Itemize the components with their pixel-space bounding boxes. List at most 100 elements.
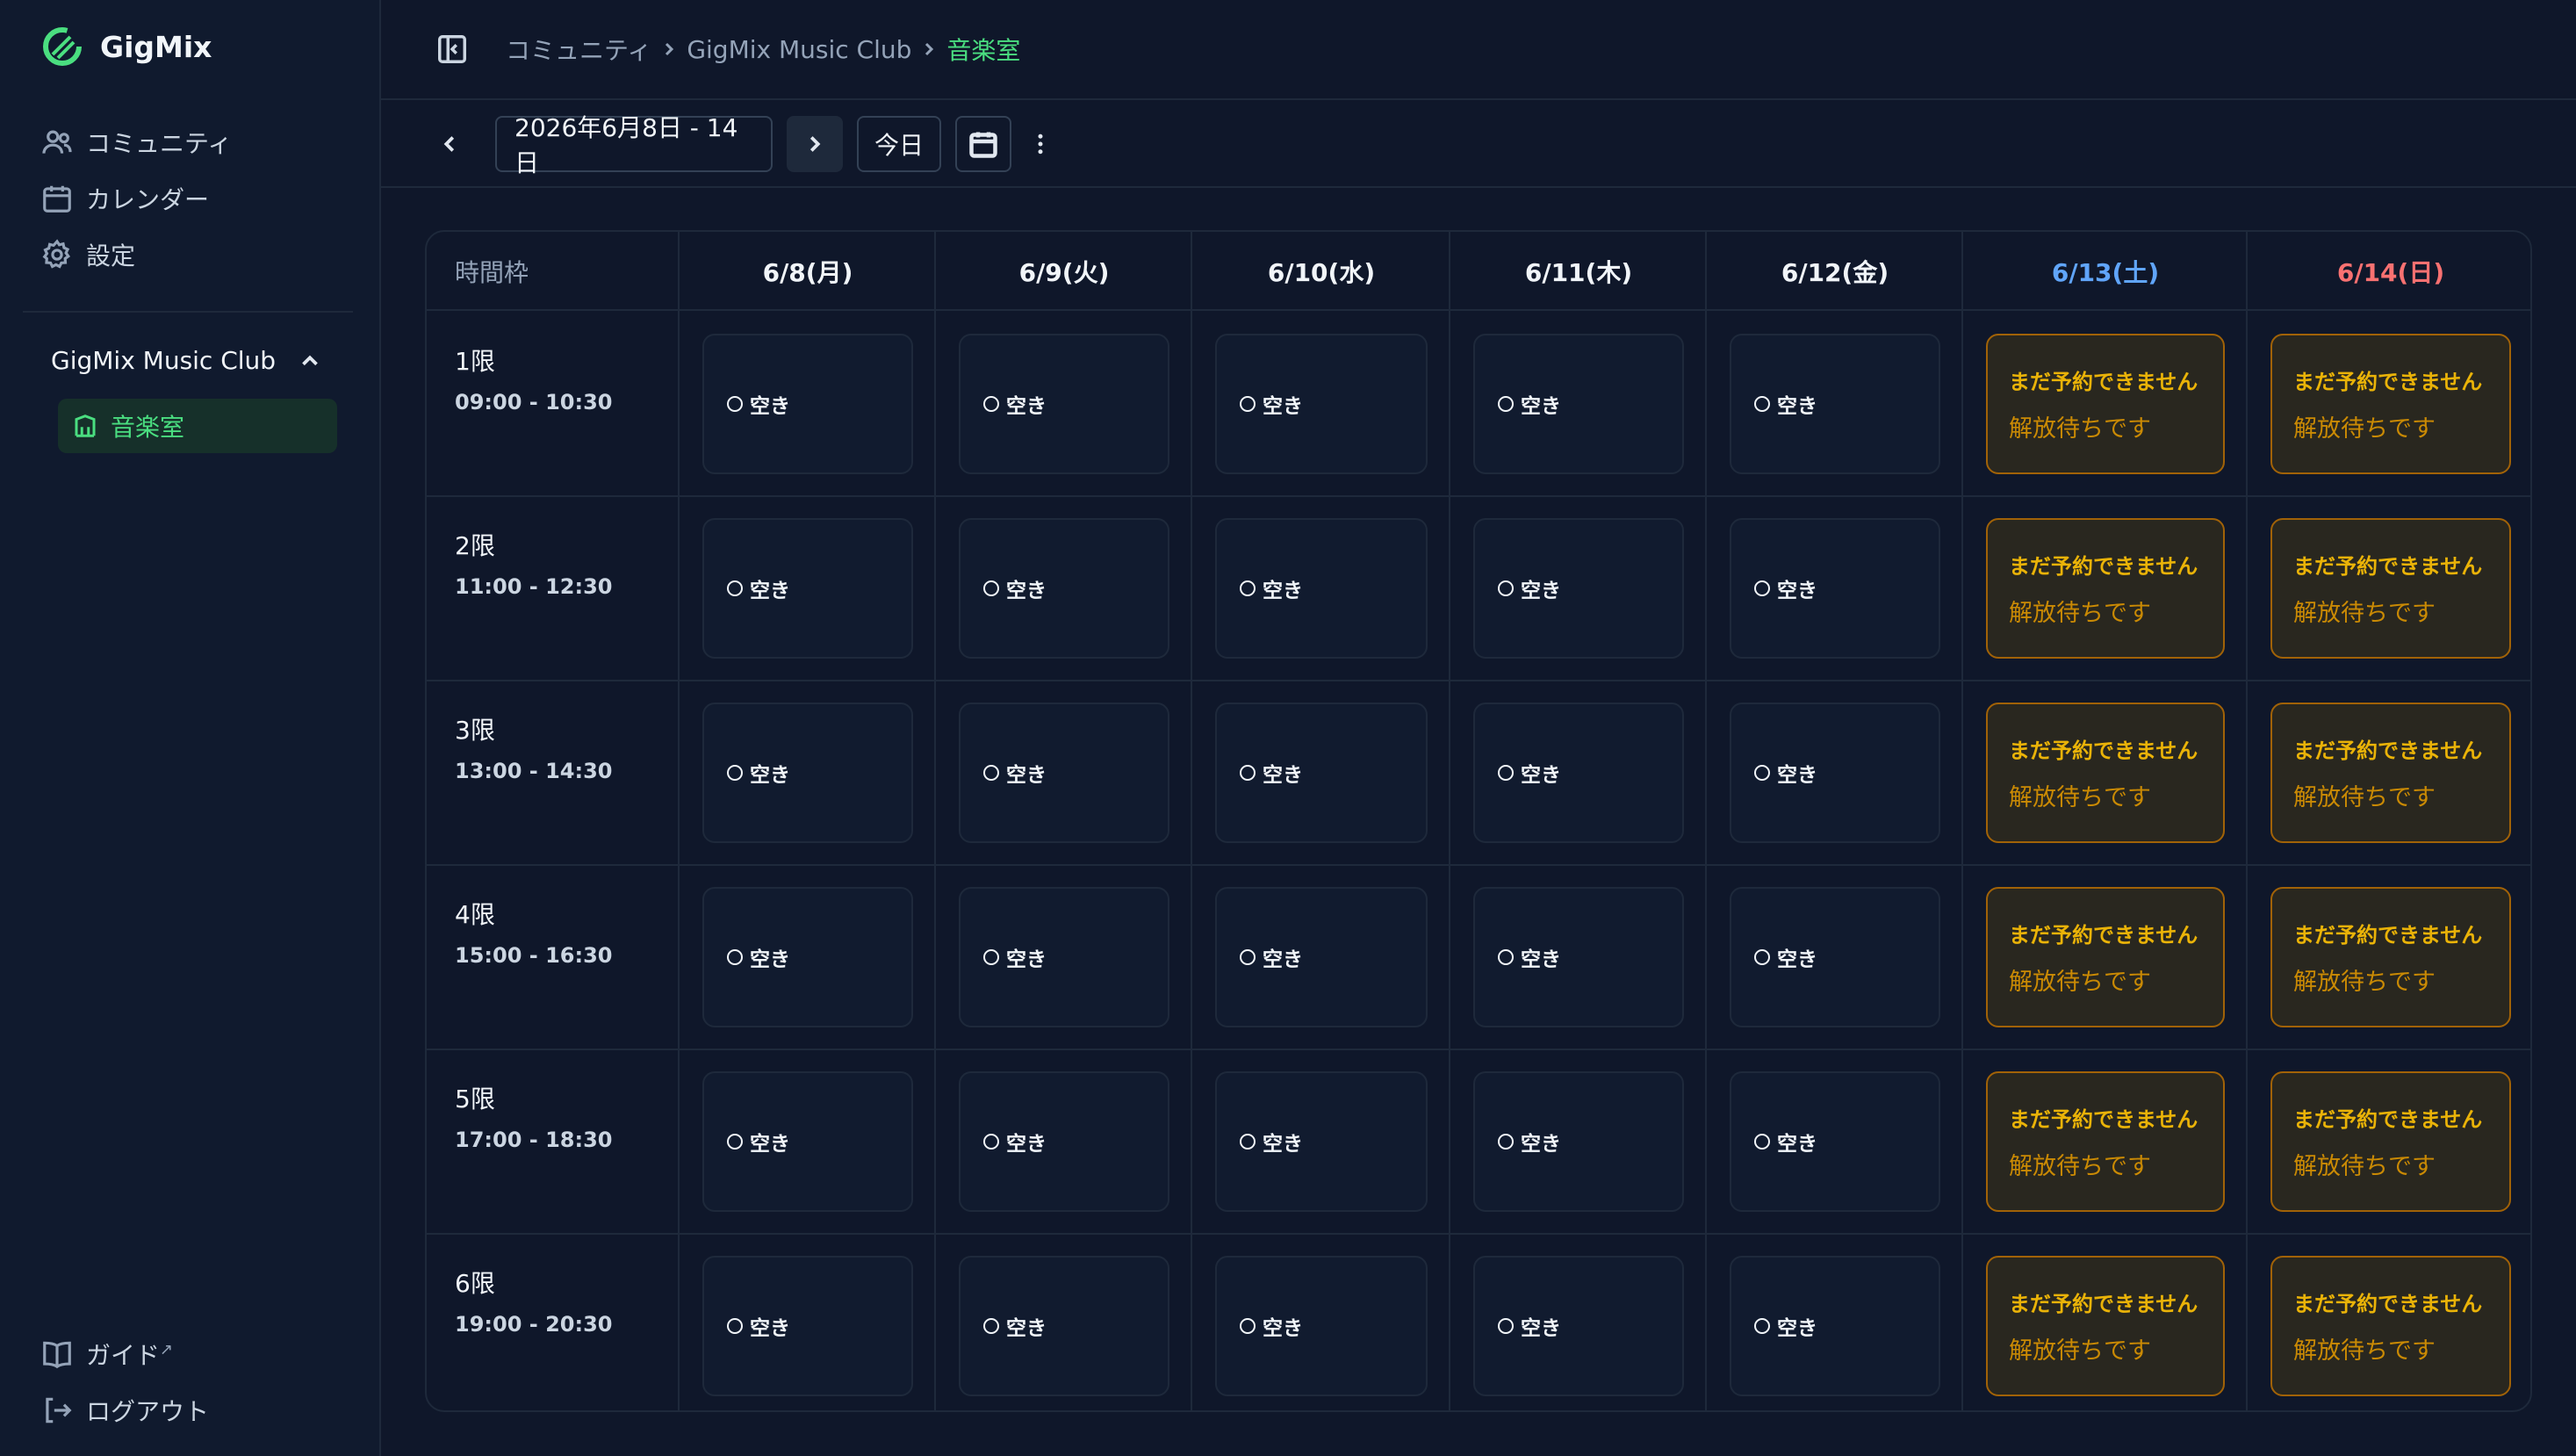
slot-available[interactable]: 空き — [702, 703, 913, 843]
slot-available[interactable]: 空き — [702, 887, 913, 1027]
sidebar-toggle-icon[interactable] — [435, 32, 469, 66]
slot-available[interactable]: 空き — [1215, 703, 1428, 843]
sidebar-divider — [23, 311, 353, 313]
period-name: 2限 — [455, 531, 495, 560]
slot-available[interactable]: 空き — [1730, 703, 1940, 843]
slot-available[interactable]: 空き — [1473, 1071, 1684, 1212]
slot-status: 空き — [1263, 1133, 1303, 1156]
breadcrumb-community[interactable]: コミュニティ — [506, 32, 651, 67]
slot-available[interactable]: 空き — [702, 1256, 913, 1396]
period-label: 3限 13:00 - 14:30 — [427, 680, 612, 783]
calendar-icon — [969, 132, 997, 158]
slot-available[interactable]: 空き — [1473, 887, 1684, 1027]
slot-status: 空き — [1777, 1133, 1817, 1156]
sidebar-item-label: 音楽室 — [111, 413, 185, 442]
slot-available[interactable]: 空き — [1473, 1256, 1684, 1396]
available-circle-icon — [983, 765, 999, 781]
available-circle-icon — [727, 580, 743, 596]
row-divider — [427, 1049, 2530, 1050]
slot-locked: まだ予約できません 解放待ちです — [2270, 703, 2511, 843]
locked-note: 解放待ちです — [2293, 1153, 2436, 1180]
slot-locked: まだ予約できません 解放待ちです — [2270, 887, 2511, 1027]
building-icon — [75, 414, 96, 437]
sidebar: GigMix コミュニティ カレンダー 設定 GigMix Music Club… — [0, 0, 381, 1456]
slot-available[interactable]: 空き — [1215, 1071, 1428, 1212]
available-circle-icon — [1240, 1134, 1256, 1150]
slot-status: 空き — [750, 580, 790, 602]
slot-available[interactable]: 空き — [702, 334, 913, 474]
chevron-left-icon — [443, 136, 455, 152]
slot-available[interactable]: 空き — [959, 887, 1169, 1027]
locked-note: 解放待ちです — [2009, 1153, 2151, 1180]
sidebar-item-guide[interactable]: ガイド↗ — [40, 1337, 173, 1372]
slot-status: 空き — [1263, 948, 1303, 971]
date-range-picker[interactable]: 2026年6月8日 - 14日 — [495, 113, 773, 177]
locked-note: 解放待ちです — [2009, 1337, 2151, 1365]
slot-available[interactable]: 空き — [1473, 518, 1684, 659]
column-header-day: 6/13(土) — [2051, 258, 2160, 287]
slot-available[interactable]: 空き — [1730, 1071, 1940, 1212]
slot-available[interactable]: 空き — [1215, 887, 1428, 1027]
breadcrumb-club[interactable]: GigMix Music Club — [687, 35, 911, 64]
available-circle-icon — [1754, 949, 1770, 965]
prev-week-button[interactable] — [430, 125, 469, 163]
slot-available[interactable]: 空き — [1215, 1256, 1428, 1396]
calendar-picker-button[interactable] — [955, 116, 1011, 172]
row-divider — [427, 1233, 2530, 1235]
today-button[interactable]: 今日 — [857, 116, 941, 172]
sidebar-item-community[interactable]: コミュニティ — [40, 125, 232, 160]
slot-available[interactable]: 空き — [702, 518, 913, 659]
locked-status: まだ予約できません — [2293, 1292, 2483, 1316]
slot-available[interactable]: 空き — [959, 1071, 1169, 1212]
period-name: 1限 — [455, 347, 495, 376]
slot-available[interactable]: 空き — [1215, 518, 1428, 659]
slot-available[interactable]: 空き — [1730, 518, 1940, 659]
slot-status: 空き — [1777, 580, 1817, 602]
slot-status: 空き — [1777, 1317, 1817, 1340]
period-time: 09:00 - 10:30 — [455, 390, 613, 414]
slot-status: 空き — [750, 1317, 790, 1340]
slot-status: 空き — [1263, 764, 1303, 787]
slot-available[interactable]: 空き — [1730, 1256, 1940, 1396]
club-group-toggle[interactable]: GigMix Music Club — [51, 346, 323, 375]
period-time: 15:00 - 16:30 — [455, 943, 613, 968]
available-circle-icon — [983, 1134, 999, 1150]
locked-note: 解放待ちです — [2009, 415, 2151, 443]
slot-available[interactable]: 空き — [1215, 334, 1428, 474]
slot-status: 空き — [1521, 395, 1561, 418]
available-circle-icon — [1754, 396, 1770, 412]
slot-available[interactable]: 空き — [1730, 887, 1940, 1027]
schedule-grid: 時間枠 6/8(月) 6/9(火) 6/10(水) 6/11(木) 6/12(金) 6/13… — [425, 230, 2532, 1412]
slot-available[interactable]: 空き — [1730, 334, 1940, 474]
slot-available[interactable]: 空き — [959, 334, 1169, 474]
sidebar-item-logout[interactable]: ログアウト — [40, 1393, 209, 1428]
slot-status: 空き — [1521, 1133, 1561, 1156]
slot-available[interactable]: 空き — [959, 703, 1169, 843]
slot-locked: まだ予約できません 解放待ちです — [1986, 334, 2225, 474]
more-options-button[interactable] — [1027, 125, 1054, 163]
period-name: 3限 — [455, 716, 495, 745]
slot-available[interactable]: 空き — [959, 1256, 1169, 1396]
slot-locked: まだ予約できません 解放待ちです — [1986, 1071, 2225, 1212]
slot-locked: まだ予約できません 解放待ちです — [2270, 1071, 2511, 1212]
slot-status: 空き — [750, 395, 790, 418]
sidebar-item-label: ガイド — [86, 1341, 161, 1370]
sidebar-item-music-room[interactable]: 音楽室 — [58, 399, 337, 453]
period-time: 13:00 - 14:30 — [455, 759, 613, 783]
slot-available[interactable]: 空き — [1473, 703, 1684, 843]
locked-note: 解放待ちです — [2009, 969, 2151, 996]
locked-note: 解放待ちです — [2293, 1337, 2436, 1365]
slot-available[interactable]: 空き — [959, 518, 1169, 659]
logout-icon — [46, 1397, 72, 1424]
available-circle-icon — [1240, 949, 1256, 965]
sidebar-item-settings[interactable]: 設定 — [40, 237, 135, 272]
period-time: 19:00 - 20:30 — [455, 1312, 613, 1337]
slot-status: 空き — [1521, 1317, 1561, 1340]
slot-available[interactable]: 空き — [1473, 334, 1684, 474]
club-name: GigMix Music Club — [51, 346, 277, 375]
app-logo[interactable]: GigMix — [40, 25, 212, 68]
slot-available[interactable]: 空き — [702, 1071, 913, 1212]
available-circle-icon — [1498, 949, 1514, 965]
next-week-button[interactable] — [787, 116, 843, 172]
sidebar-item-calendar[interactable]: カレンダー — [40, 181, 209, 216]
